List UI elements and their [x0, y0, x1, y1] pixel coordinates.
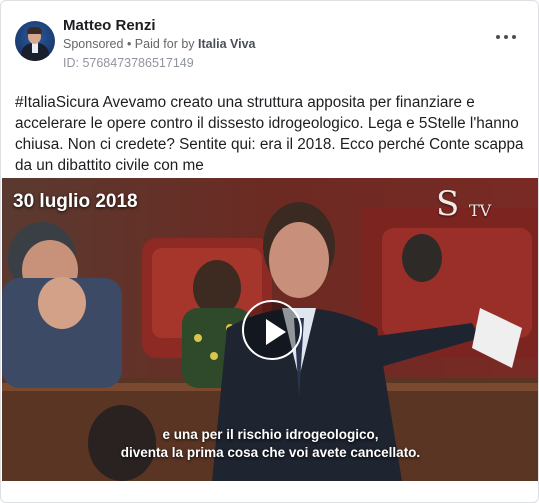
video-subtitle-line-1: e una per il rischio idrogeologico, — [162, 427, 379, 442]
play-button[interactable] — [242, 300, 302, 360]
play-icon — [266, 319, 286, 345]
ad-id: ID: 5768473786517149 — [63, 56, 194, 70]
ad-header: Matteo Renzi Sponsored • Paid for by Ita… — [13, 15, 526, 71]
senate-tv-logo-letter: S — [436, 184, 460, 224]
avatar-hair-shape — [27, 27, 42, 34]
ad-card: Matteo Renzi Sponsored • Paid for by Ita… — [0, 0, 539, 503]
page-name[interactable]: Matteo Renzi — [63, 17, 156, 34]
avatar-shirt-shape — [32, 43, 38, 53]
senate-tv-logo-text: TV — [469, 201, 492, 220]
more-dot — [504, 35, 508, 39]
video-player[interactable]: 30 luglio 2018 S TV e una per il rischio… — [2, 178, 538, 481]
payer-name[interactable]: Italia Viva — [198, 37, 255, 51]
more-options-icon[interactable] — [496, 31, 516, 43]
video-subtitle-line-2: diventa la prima cosa che voi avete canc… — [120, 445, 421, 460]
meta-separator: • — [123, 37, 135, 51]
paid-for-prefix: Paid for by — [134, 37, 199, 51]
more-dot — [496, 35, 500, 39]
profile-avatar[interactable] — [15, 21, 55, 61]
ad-body-text: #ItaliaSicura Avevamo creato una struttu… — [15, 94, 524, 174]
more-dot — [512, 35, 516, 39]
sponsored-label: Sponsored — [63, 37, 124, 51]
sponsored-line: Sponsored • Paid for by Italia Viva — [63, 37, 255, 51]
video-date-overlay: 30 luglio 2018 — [13, 191, 138, 212]
